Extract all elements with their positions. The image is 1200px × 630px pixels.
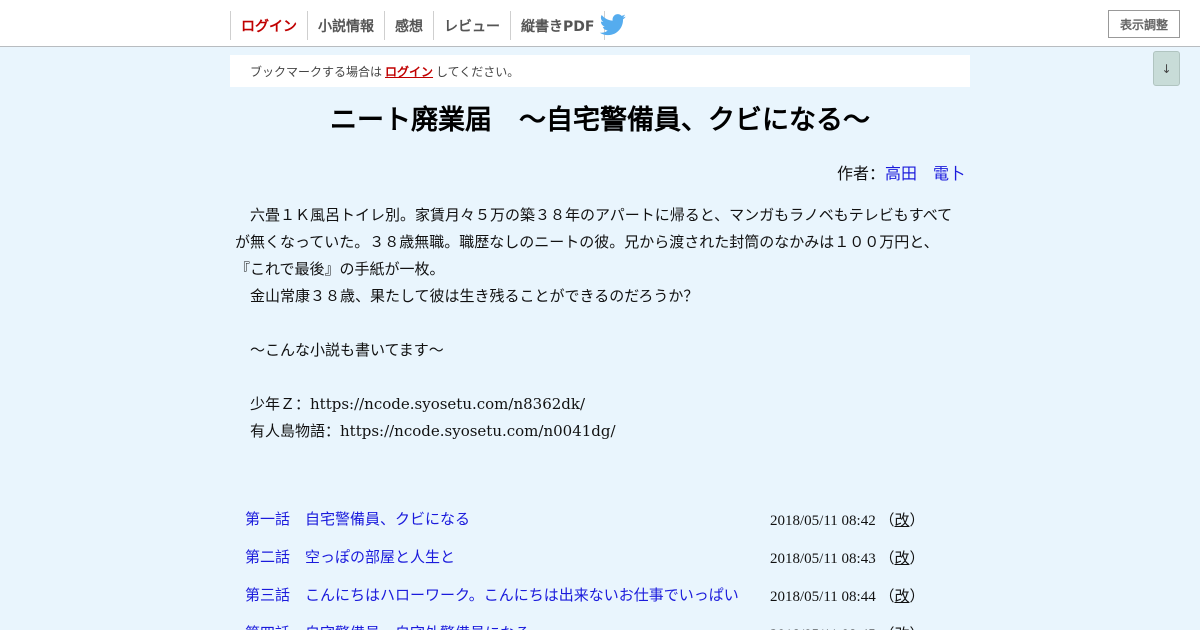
story-line: 有人島物語：https://ncode.syosetu.com/n0041dg/: [235, 422, 616, 440]
episode-revised-link[interactable]: 改: [894, 513, 909, 529]
bookmark-notice: ブックマークする場合は ログイン してください。: [230, 55, 970, 87]
story-line: 金山常康３８歳、果たして彼は生き残ることができるのだろうか？: [235, 287, 699, 305]
nav-login[interactable]: ログイン: [230, 11, 307, 40]
episode-row: 第二話 空っぽの部屋と人生と 2018/05/11 08:43 （改）: [245, 542, 945, 580]
nav-review[interactable]: レビュー: [433, 11, 510, 40]
episode-date: 2018/05/11 08:42 （改）: [770, 513, 925, 529]
story-line: ～こんな小説も書いてます～: [235, 341, 444, 359]
episode-row: 第三話 こんにちはハローワーク。こんにちは出来ないお仕事でいっぱい 2018/05…: [245, 580, 945, 618]
episode-date: 2018/05/11 08:45 （改）: [770, 623, 925, 630]
episode-link[interactable]: 第三話 こんにちはハローワーク。こんにちは出来ないお仕事でいっぱい: [245, 584, 739, 605]
episode-link[interactable]: 第二話 空っぽの部屋と人生と: [245, 546, 455, 567]
author-link[interactable]: 高田 電卜: [885, 164, 965, 183]
episode-date-text: 2018/05/11 08:43: [770, 551, 876, 567]
nav-novel-info[interactable]: 小説情報: [307, 11, 384, 40]
story-line: [235, 364, 970, 391]
story-line: 少年Ｚ：https://ncode.syosetu.com/n8362dk/: [235, 395, 586, 413]
notice-login-link[interactable]: ログイン: [385, 63, 433, 80]
episode-revised-link[interactable]: 改: [894, 551, 909, 567]
top-nav: ログイン 小説情報 感想 レビュー 縦書きPDF: [230, 11, 606, 40]
episode-row: 第四話 自宅警備員、自宅外警備員になる 2018/05/11 08:45 （改）: [245, 618, 945, 630]
author-line: 作者：高田 電卜: [837, 160, 965, 184]
story-line: が無くなっていた。３８歳無職。職歴なしのニートの彼。兄から渡された封筒のなかみは…: [235, 233, 939, 251]
episode-link[interactable]: 第一話 自宅警備員、クビになる: [245, 508, 470, 529]
nav-vertical-pdf[interactable]: 縦書きPDF: [510, 11, 606, 40]
episode-date: 2018/05/11 08:44 （改）: [770, 589, 925, 605]
novel-title: ニート廃業届 ～自宅警備員、クビになる～: [330, 105, 870, 136]
episode-row: 第一話 自宅警備員、クビになる 2018/05/11 08:42 （改）: [245, 504, 945, 542]
story-line: [235, 310, 970, 337]
story-line: 六畳１Ｋ風呂トイレ別。家賃月々５万の築３８年のアパートに帰ると、マンガもラノベも…: [235, 206, 953, 224]
story-line: 『これで最後』の手紙が一枚。: [235, 260, 445, 278]
scroll-down-button[interactable]: ↓: [1153, 51, 1180, 86]
episode-date: 2018/05/11 08:43 （改）: [770, 551, 925, 567]
nav-impressions[interactable]: 感想: [384, 11, 433, 40]
notice-after: してください。: [436, 64, 520, 79]
top-bar: ログイン 小説情報 感想 レビュー 縦書きPDF 表示調整: [0, 0, 1200, 47]
episode-link[interactable]: 第四話 自宅警備員、自宅外警備員になる: [245, 622, 530, 630]
story-summary: 六畳１Ｋ風呂トイレ別。家賃月々５万の築３８年のアパートに帰ると、マンガもラノベも…: [235, 202, 970, 445]
episode-revised-link[interactable]: 改: [894, 589, 909, 605]
episode-date-text: 2018/05/11 08:44: [770, 589, 876, 605]
display-settings-button[interactable]: 表示調整: [1108, 10, 1180, 38]
episode-list: 第一話 自宅警備員、クビになる 2018/05/11 08:42 （改） 第二話 空…: [245, 504, 945, 630]
author-label: 作者：: [836, 164, 885, 183]
twitter-bird-icon[interactable]: [599, 14, 627, 36]
notice-before: ブックマークする場合は: [250, 64, 383, 79]
episode-date-text: 2018/05/11 08:42: [770, 513, 876, 529]
